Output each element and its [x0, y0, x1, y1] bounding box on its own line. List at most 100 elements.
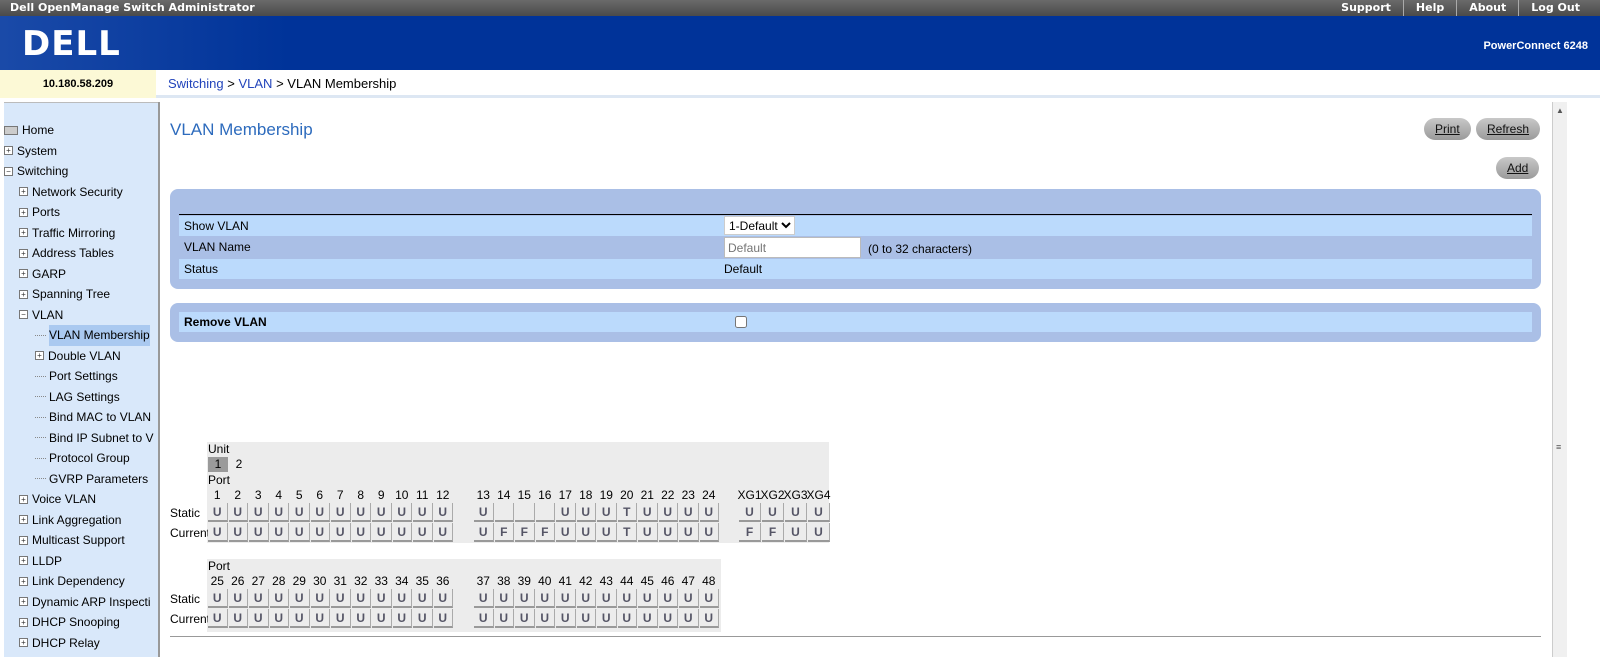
current-cell-port-14[interactable]: F	[494, 523, 514, 542]
static-cell-port-7[interactable]: U	[331, 503, 351, 522]
expand-icon[interactable]: +	[35, 351, 44, 361]
scroll-grip-icon[interactable]: ≡	[1556, 442, 1561, 452]
expand-icon[interactable]: +	[19, 515, 28, 525]
sidebar-item-dhcp-relay[interactable]: + DHCP Relay	[4, 633, 158, 654]
current-cell-port-37[interactable]: U	[474, 609, 494, 628]
sidebar-item-vlan-membership[interactable]: VLAN Membership	[4, 325, 158, 346]
sidebar-item-double-vlan[interactable]: + Double VLAN	[4, 346, 158, 367]
tree-line-icon[interactable]	[35, 457, 46, 459]
current-cell-port-31[interactable]: U	[331, 609, 351, 628]
current-cell-port-46[interactable]: U	[658, 609, 678, 628]
sidebar-item-switching[interactable]: − Switching	[4, 161, 158, 182]
tree-line-icon[interactable]	[35, 478, 46, 480]
logout-link[interactable]: Log Out	[1518, 0, 1592, 16]
current-cell-port-8[interactable]: U	[351, 523, 371, 542]
scroll-up-icon[interactable]: ▲	[1556, 106, 1564, 115]
current-cell-port-30[interactable]: U	[310, 609, 330, 628]
sidebar-item-network-security[interactable]: + Network Security	[4, 182, 158, 203]
static-cell-port-47[interactable]: U	[679, 589, 699, 608]
static-cell-port-27[interactable]: U	[249, 589, 269, 608]
static-cell-port-21[interactable]: U	[638, 503, 658, 522]
current-cell-port-47[interactable]: U	[679, 609, 699, 628]
static-cell-port-20[interactable]: T	[617, 503, 637, 522]
current-cell-port-7[interactable]: U	[331, 523, 351, 542]
show-vlan-select[interactable]: 1-Default	[724, 216, 795, 235]
sidebar-item-bind-ip-subnet-to-v[interactable]: Bind IP Subnet to V	[4, 428, 158, 449]
current-cell-port-27[interactable]: U	[249, 609, 269, 628]
current-cell-port-28[interactable]: U	[269, 609, 289, 628]
home-icon[interactable]	[4, 125, 18, 135]
current-cell-port-45[interactable]: U	[638, 609, 658, 628]
about-link[interactable]: About	[1456, 0, 1518, 16]
support-link[interactable]: Support	[1329, 0, 1403, 16]
static-cell-port-16[interactable]	[535, 503, 555, 522]
sidebar-item-address-tables[interactable]: + Address Tables	[4, 243, 158, 264]
static-cell-port-42[interactable]: U	[576, 589, 596, 608]
sidebar-item-gvrp-parameters[interactable]: GVRP Parameters	[4, 469, 158, 490]
static-cell-port-33[interactable]: U	[372, 589, 392, 608]
current-cell-port-29[interactable]: U	[290, 609, 310, 628]
static-cell-port-XG2[interactable]: U	[762, 503, 784, 522]
current-cell-port-24[interactable]: U	[699, 523, 719, 542]
expand-icon[interactable]: +	[19, 638, 28, 648]
current-cell-port-2[interactable]: U	[228, 523, 248, 542]
current-cell-port-15[interactable]: F	[515, 523, 535, 542]
expand-icon[interactable]: +	[19, 207, 28, 217]
static-cell-port-48[interactable]: U	[699, 589, 719, 608]
current-cell-port-22[interactable]: U	[658, 523, 678, 542]
static-cell-port-26[interactable]: U	[228, 589, 248, 608]
tree-line-icon[interactable]	[35, 334, 46, 336]
vlan-name-input[interactable]	[724, 237, 861, 258]
breadcrumb-vlan[interactable]: VLAN	[238, 76, 272, 91]
sidebar-item-home[interactable]: Home	[4, 120, 158, 141]
static-cell-port-13[interactable]: U	[474, 503, 494, 522]
static-cell-port-38[interactable]: U	[494, 589, 514, 608]
sidebar-item-ports[interactable]: + Ports	[4, 202, 158, 223]
static-cell-port-39[interactable]: U	[515, 589, 535, 608]
remove-vlan-checkbox[interactable]	[735, 316, 747, 328]
current-cell-port-41[interactable]: U	[556, 609, 576, 628]
current-cell-port-40[interactable]: U	[535, 609, 555, 628]
add-button[interactable]: Add	[1496, 157, 1540, 179]
static-cell-port-9[interactable]: U	[372, 503, 392, 522]
print-button[interactable]: Print	[1424, 118, 1471, 140]
static-cell-port-11[interactable]: U	[413, 503, 433, 522]
static-cell-port-XG1[interactable]: U	[739, 503, 761, 522]
static-cell-port-10[interactable]: U	[392, 503, 412, 522]
static-cell-port-2[interactable]: U	[228, 503, 248, 522]
static-cell-port-5[interactable]: U	[290, 503, 310, 522]
static-cell-port-19[interactable]: U	[597, 503, 617, 522]
current-cell-port-39[interactable]: U	[515, 609, 535, 628]
current-cell-port-5[interactable]: U	[290, 523, 310, 542]
current-cell-port-21[interactable]: U	[638, 523, 658, 542]
current-cell-port-4[interactable]: U	[269, 523, 289, 542]
static-cell-port-37[interactable]: U	[474, 589, 494, 608]
current-cell-port-42[interactable]: U	[576, 609, 596, 628]
expand-icon[interactable]: +	[19, 597, 28, 607]
help-link[interactable]: Help	[1402, 0, 1456, 16]
current-cell-port-3[interactable]: U	[249, 523, 269, 542]
static-cell-port-12[interactable]: U	[433, 503, 453, 522]
sidebar-item-lldp[interactable]: + LLDP	[4, 551, 158, 572]
expand-icon[interactable]: +	[19, 494, 28, 504]
current-cell-port-33[interactable]: U	[372, 609, 392, 628]
sidebar-item-dynamic-arp-inspecti[interactable]: + Dynamic ARP Inspecti	[4, 592, 158, 613]
static-cell-port-14[interactable]	[494, 503, 514, 522]
static-cell-port-32[interactable]: U	[351, 589, 371, 608]
static-cell-port-34[interactable]: U	[392, 589, 412, 608]
static-cell-port-XG4[interactable]: U	[808, 503, 830, 522]
collapse-icon[interactable]: −	[19, 310, 28, 320]
current-cell-port-9[interactable]: U	[372, 523, 392, 542]
static-cell-port-30[interactable]: U	[310, 589, 330, 608]
static-cell-port-31[interactable]: U	[331, 589, 351, 608]
scrollbar[interactable]: ▲ ≡	[1552, 102, 1567, 657]
static-cell-port-18[interactable]: U	[576, 503, 596, 522]
collapse-icon[interactable]: −	[4, 166, 13, 176]
current-cell-port-XG4[interactable]: U	[808, 523, 830, 542]
tree-line-icon[interactable]	[35, 437, 46, 439]
expand-icon[interactable]: +	[19, 269, 28, 279]
expand-icon[interactable]: +	[19, 556, 28, 566]
current-cell-port-XG3[interactable]: U	[785, 523, 807, 542]
current-cell-port-11[interactable]: U	[413, 523, 433, 542]
current-cell-port-44[interactable]: U	[617, 609, 637, 628]
